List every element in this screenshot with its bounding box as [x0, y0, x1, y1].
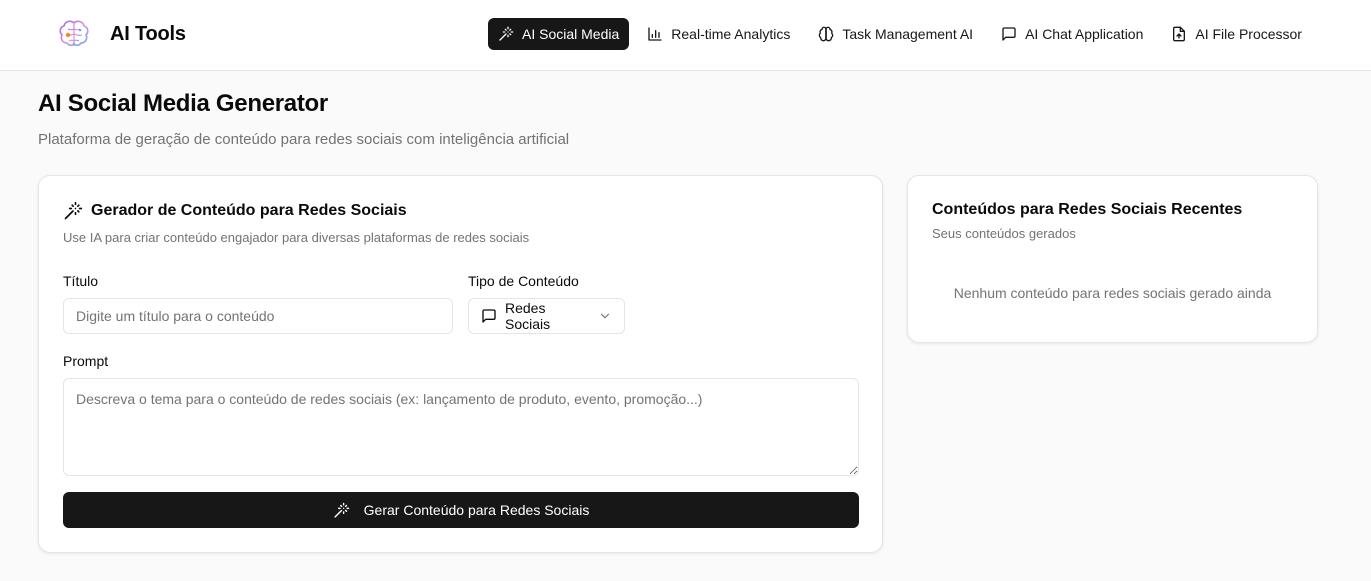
generate-button-label: Gerar Conteúdo para Redes Sociais [363, 502, 590, 518]
message-icon [1002, 27, 1016, 41]
nav-item-label: AI Chat Application [1025, 26, 1144, 42]
magic-wand-icon [334, 502, 349, 518]
app-name: AI Tools [110, 22, 186, 45]
top-navigation-bar: AI Tools AI Social Media Real-time Analy… [0, 0, 1371, 71]
nav-item-ai-file-processor[interactable]: AI File Processor [1161, 18, 1312, 50]
prompt-label: Prompt [63, 353, 109, 369]
nav-item-real-time-analytics[interactable]: Real-time Analytics [637, 18, 800, 50]
brain-logo-icon [59, 20, 89, 47]
main-nav: AI Social Media Real-time Analytics Task… [488, 18, 1320, 50]
title-label: Título [63, 273, 99, 289]
brain-icon [819, 26, 834, 42]
generator-title: Gerador de Conteúdo para Redes Sociais [91, 202, 407, 219]
nav-item-label: Real-time Analytics [671, 26, 791, 42]
message-icon [482, 309, 496, 323]
brand[interactable]: AI Tools [56, 16, 186, 52]
nav-item-ai-chat-application[interactable]: AI Chat Application [991, 18, 1153, 50]
recent-contents-card: Conteúdos para Redes Sociais Recentes Se… [907, 175, 1318, 343]
magic-wand-icon [499, 26, 514, 41]
page-title: AI Social Media Generator [38, 90, 328, 117]
nav-item-label: AI Social Media [522, 26, 620, 42]
recent-title: Conteúdos para Redes Sociais Recentes [932, 201, 1243, 218]
nav-item-ai-social-media[interactable]: AI Social Media [488, 18, 630, 50]
content-type-label: Tipo de Conteúdo [468, 273, 579, 289]
chevron-down-icon [600, 313, 610, 319]
generator-card-header: Gerador de Conteúdo para Redes Sociais [63, 201, 407, 221]
recent-subtitle: Seus conteúdos gerados [932, 226, 1076, 241]
page-subtitle: Plataforma de geração de conteúdo para r… [38, 131, 570, 148]
bar-chart-icon [648, 27, 662, 41]
generator-description: Use IA para criar conteúdo engajador par… [63, 230, 530, 245]
empty-state-message: Nenhum conteúdo para redes sociais gerad… [953, 285, 1272, 301]
nav-item-task-management-ai[interactable]: Task Management AI [808, 18, 983, 50]
content-type-value: Redes Sociais [505, 300, 551, 332]
content-type-select[interactable]: Redes Sociais [468, 298, 625, 334]
magic-wand-icon [64, 201, 83, 220]
nav-item-label: Task Management AI [842, 26, 974, 42]
generate-content-button[interactable]: Gerar Conteúdo para Redes Sociais [63, 492, 859, 528]
nav-item-label: AI File Processor [1195, 26, 1302, 42]
file-upload-icon [1173, 26, 1186, 42]
content-generator-card: Gerador de Conteúdo para Redes Sociais U… [38, 175, 883, 553]
prompt-textarea[interactable] [63, 378, 859, 476]
title-input[interactable] [63, 298, 453, 334]
